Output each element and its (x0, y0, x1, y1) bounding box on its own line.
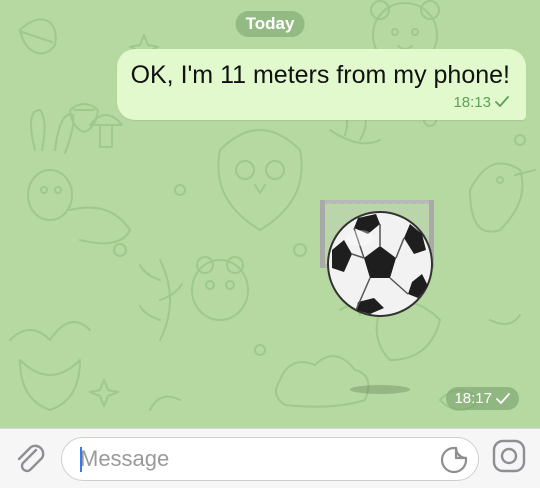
checkmark-icon (495, 96, 509, 107)
message-field[interactable] (61, 437, 479, 481)
composer-bar (0, 428, 540, 488)
soccer-ball-goal-sticker[interactable] (318, 194, 436, 319)
outgoing-message-bubble[interactable]: OK, I'm 11 meters from my phone! 18:13 (116, 49, 526, 120)
sticker-time-badge: 18:17 (446, 387, 519, 410)
message-text: OK, I'm 11 meters from my phone! (130, 61, 510, 89)
message-meta: 18:13 (131, 92, 510, 112)
message-input[interactable] (80, 444, 420, 474)
text-cursor (80, 447, 82, 472)
camera-icon[interactable] (491, 438, 527, 474)
sticker-time: 18:17 (454, 390, 492, 407)
sticker-icon[interactable] (440, 446, 468, 474)
chat-background: Today OK, I'm 11 meters from my phone! 1… (0, 0, 540, 428)
message-time: 18:13 (453, 93, 491, 111)
date-separator: Today (235, 11, 305, 37)
paperclip-icon[interactable] (12, 441, 48, 477)
checkmark-icon (496, 392, 510, 404)
sticker-shadow (350, 385, 410, 394)
